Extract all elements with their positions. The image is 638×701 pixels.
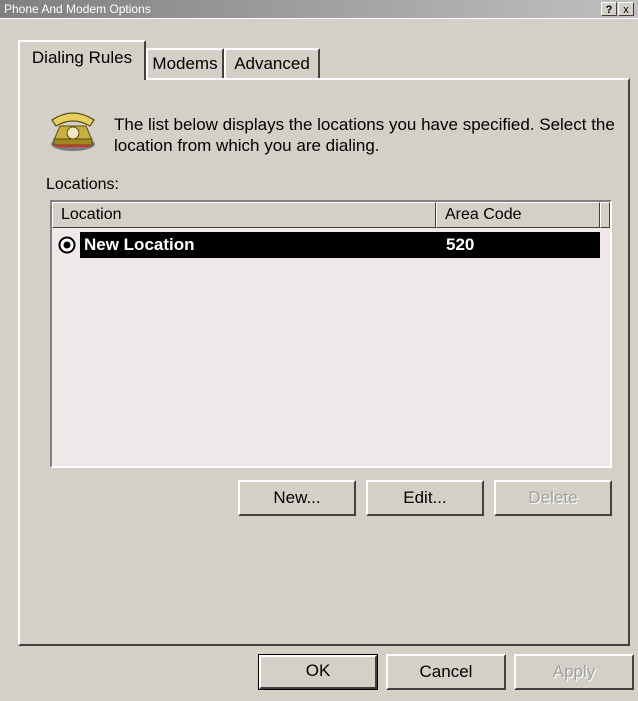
tab-dialing-rules[interactable]: Dialing Rules <box>18 40 146 80</box>
ok-button[interactable]: OK <box>258 654 378 690</box>
edit-location-label: Edit... <box>403 488 447 507</box>
tab-advanced[interactable]: Advanced <box>224 48 320 78</box>
delete-location-button[interactable]: Delete <box>494 480 612 516</box>
location-name: New Location <box>84 235 195 254</box>
area-code-value: 520 <box>446 235 475 254</box>
help-button[interactable]: ? <box>601 2 617 16</box>
dialing-rules-panel: The list below displays the locations yo… <box>18 78 630 646</box>
apply-button[interactable]: Apply <box>514 654 634 690</box>
edit-location-button[interactable]: Edit... <box>366 480 484 516</box>
description-text: The list below displays the locations yo… <box>114 115 615 155</box>
radio-selected-icon <box>58 236 76 254</box>
column-header-filler <box>600 202 610 228</box>
window-title: Phone And Modem Options <box>4 2 151 16</box>
title-bar[interactable]: Phone And Modem Options ? x <box>0 0 638 19</box>
delete-location-label: Delete <box>528 488 578 507</box>
column-header-area-code[interactable]: Area Code <box>436 202 600 228</box>
new-location-button[interactable]: New... <box>238 480 356 516</box>
list-item[interactable]: New Location 520 <box>52 232 600 258</box>
close-button[interactable]: x <box>618 2 634 16</box>
locations-list[interactable]: Location Area Code New Location 520 <box>50 200 612 468</box>
column-header-location[interactable]: Location <box>52 202 436 228</box>
phone-icon <box>51 112 95 151</box>
ok-label: OK <box>305 661 331 680</box>
tab-modems[interactable]: Modems <box>146 48 224 78</box>
apply-label: Apply <box>552 662 596 681</box>
cancel-button[interactable]: Cancel <box>386 654 506 690</box>
new-location-label: New... <box>273 488 321 507</box>
locations-label: Locations: <box>46 176 119 193</box>
cancel-label: Cancel <box>419 662 473 681</box>
